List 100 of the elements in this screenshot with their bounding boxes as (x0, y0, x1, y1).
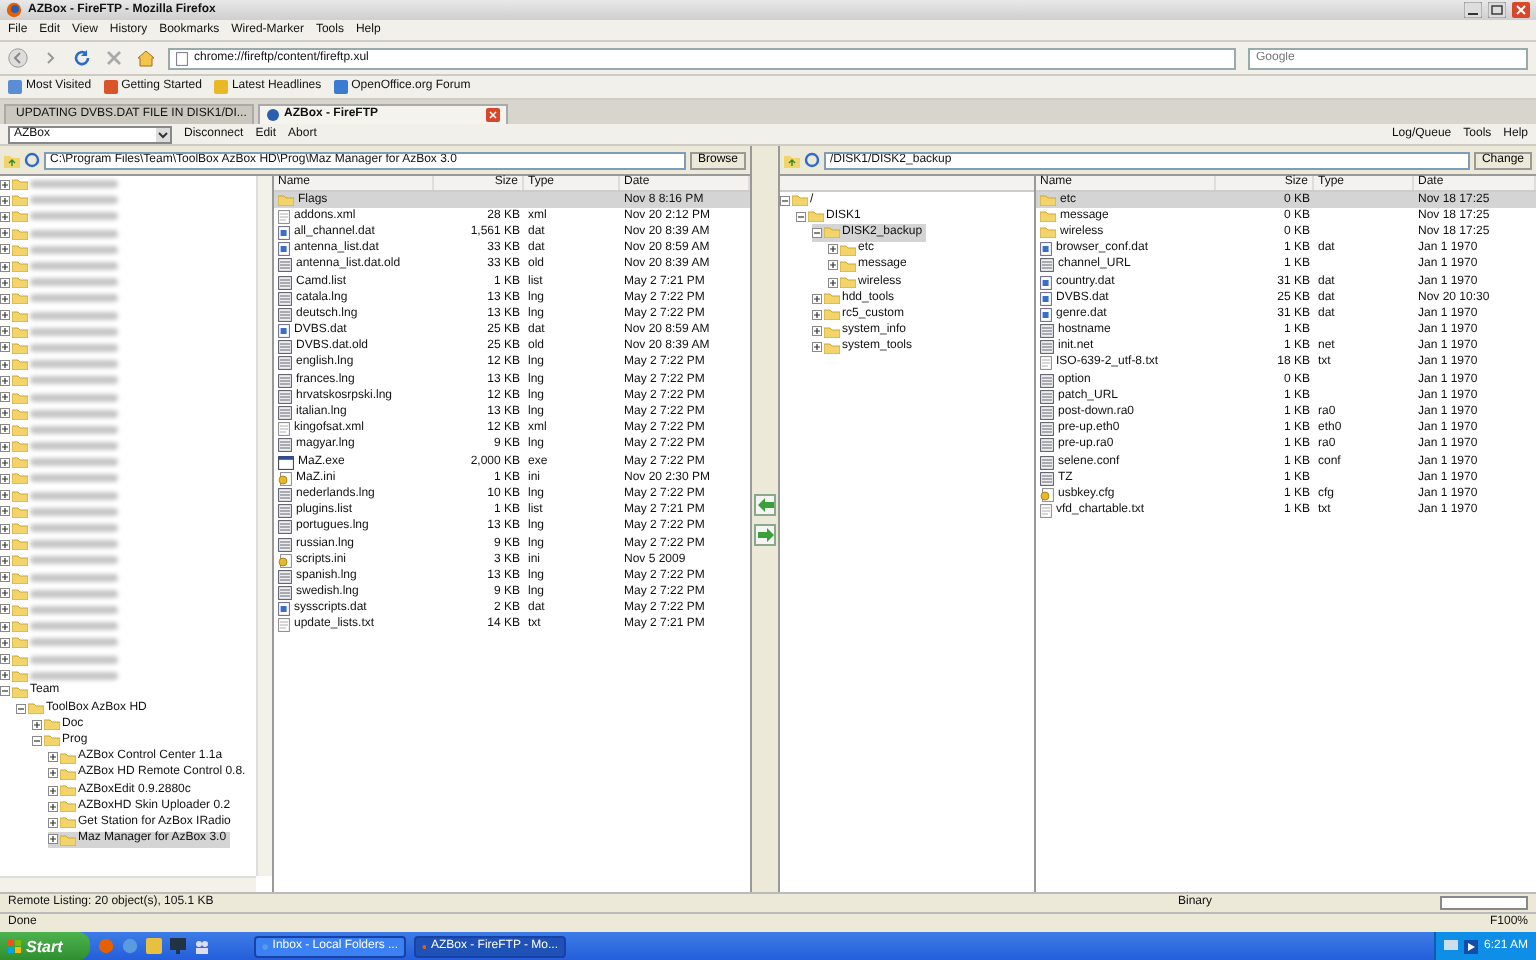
expand-icon[interactable] (48, 768, 58, 779)
expand-icon[interactable] (0, 637, 10, 648)
collapse-icon[interactable] (812, 227, 822, 238)
expand-icon[interactable] (828, 244, 838, 255)
expand-icon[interactable] (0, 670, 10, 681)
expand-icon[interactable] (0, 261, 10, 272)
expand-icon[interactable] (0, 310, 10, 321)
expand-icon[interactable] (0, 457, 10, 468)
refresh-icon[interactable] (804, 152, 820, 168)
people-icon[interactable] (194, 938, 210, 954)
scrollbar[interactable] (256, 176, 272, 876)
expand-icon[interactable] (0, 277, 10, 288)
blurred-label (30, 655, 118, 664)
blurred-label (30, 507, 118, 516)
expand-icon[interactable] (0, 392, 10, 403)
expand-icon[interactable] (0, 654, 10, 665)
expand-icon[interactable] (0, 523, 10, 534)
bookmark-icon (8, 80, 22, 94)
left-arrow-icon (757, 497, 773, 511)
up-folder-icon[interactable] (784, 153, 800, 167)
reload-icon[interactable] (72, 48, 92, 68)
blurred-label (30, 278, 118, 287)
expand-icon[interactable] (0, 588, 10, 599)
expand-icon[interactable] (48, 817, 58, 828)
up-folder-icon[interactable] (4, 153, 20, 167)
page-icon (176, 51, 188, 65)
dropdown-icon (156, 127, 170, 141)
expand-icon[interactable] (48, 801, 58, 812)
blurred-label (30, 212, 118, 221)
blurred-label (30, 245, 118, 254)
collapse-icon[interactable] (32, 735, 42, 746)
blurred-label (30, 524, 118, 533)
refresh-icon[interactable] (24, 152, 40, 168)
download-arrow-button[interactable] (754, 523, 776, 545)
expand-icon[interactable] (0, 228, 10, 239)
blurred-label (30, 491, 118, 500)
home-icon[interactable] (136, 48, 156, 68)
collapse-icon[interactable] (0, 686, 10, 697)
expand-icon[interactable] (0, 375, 10, 386)
blurred-label (30, 196, 118, 205)
expand-icon[interactable] (812, 342, 822, 353)
expand-icon[interactable] (0, 408, 10, 419)
blurred-label (30, 425, 118, 434)
expand-icon[interactable] (812, 293, 822, 304)
expand-icon[interactable] (48, 785, 58, 796)
expand-icon[interactable] (812, 326, 822, 337)
bookmark-icon (213, 80, 228, 94)
file-icon (278, 438, 292, 453)
blurred-label (30, 671, 118, 680)
expand-icon[interactable] (0, 506, 10, 517)
expand-icon[interactable] (48, 752, 58, 763)
blurred-label (30, 180, 118, 189)
blurred-label (30, 589, 118, 598)
collapse-icon[interactable] (780, 195, 790, 206)
blurred-label (30, 229, 118, 238)
expand-icon[interactable] (0, 621, 10, 632)
expand-icon[interactable] (48, 834, 58, 845)
expand-icon[interactable] (0, 490, 10, 501)
blurred-label (30, 311, 118, 320)
expand-icon[interactable] (0, 293, 10, 304)
expand-icon[interactable] (812, 309, 822, 320)
expand-icon[interactable] (0, 604, 10, 615)
expand-icon[interactable] (0, 342, 10, 353)
minimize-icon[interactable] (1464, 2, 1482, 18)
close-tab-icon[interactable] (486, 108, 500, 122)
blurred-label (30, 343, 118, 352)
expand-icon[interactable] (0, 179, 10, 190)
scrollbar[interactable] (0, 876, 256, 892)
expand-icon[interactable] (828, 260, 838, 271)
file-icon (1040, 258, 1054, 273)
expand-icon[interactable] (0, 244, 10, 255)
close-icon[interactable] (1512, 2, 1530, 18)
blurred-label (30, 622, 118, 631)
expand-icon[interactable] (0, 195, 10, 206)
expand-icon[interactable] (0, 211, 10, 222)
folder-icon (44, 718, 60, 731)
expand-icon[interactable] (0, 572, 10, 583)
expand-icon[interactable] (0, 424, 10, 435)
expand-icon[interactable] (0, 359, 10, 370)
expand-icon[interactable] (0, 441, 10, 452)
upload-arrow-button[interactable] (754, 493, 776, 515)
collapse-icon[interactable] (796, 211, 806, 222)
monitor-icon[interactable] (170, 938, 186, 954)
play-icon[interactable] (1463, 939, 1478, 953)
blurred-label (30, 540, 118, 549)
blurred-label (30, 409, 118, 418)
blurred-label (30, 376, 118, 385)
back-icon[interactable] (8, 48, 28, 68)
collapse-icon[interactable] (16, 703, 26, 714)
right-arrow-icon (757, 527, 773, 541)
blurred-label (30, 442, 118, 451)
expand-icon[interactable] (32, 719, 42, 730)
expand-icon[interactable] (0, 539, 10, 550)
expand-icon[interactable] (0, 326, 10, 337)
restore-icon[interactable] (1488, 2, 1506, 18)
expand-icon[interactable] (828, 277, 838, 288)
blurred-label (30, 393, 118, 402)
expand-icon[interactable] (0, 555, 10, 566)
expand-icon[interactable] (0, 473, 10, 484)
tab-icon (266, 108, 280, 122)
